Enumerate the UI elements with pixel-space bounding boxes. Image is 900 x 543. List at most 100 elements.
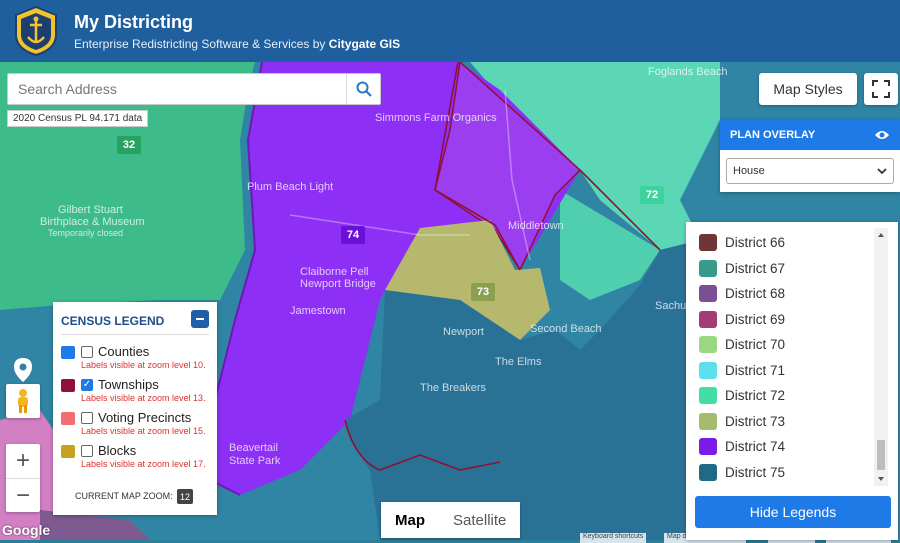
eye-icon[interactable] <box>874 129 890 141</box>
search-bar <box>7 73 381 105</box>
blocks-checkbox[interactable] <box>81 445 93 457</box>
place-label: Newport <box>443 326 484 338</box>
place-label: Foglands Beach <box>648 66 728 78</box>
place-label: Beavertail <box>229 442 278 454</box>
current-zoom-label: CURRENT MAP ZOOM: <box>75 491 173 501</box>
layer-note: Labels visible at zoom level 13. <box>81 393 206 403</box>
list-item: District 68 <box>686 281 876 307</box>
district-label: District 70 <box>725 337 786 353</box>
map-type-control: Map Satellite <box>381 502 521 538</box>
search-icon <box>356 81 372 97</box>
layer-note: Labels visible at zoom level 10. <box>81 360 206 370</box>
district-swatch <box>699 259 717 277</box>
place-label: Plum Beach Light <box>247 181 334 193</box>
minus-icon <box>196 318 204 320</box>
place-label: Gilbert Stuart <box>58 204 123 216</box>
voting-precincts-checkbox[interactable] <box>81 412 93 424</box>
list-item: District 66 <box>686 230 876 256</box>
counties-checkbox[interactable] <box>81 346 93 358</box>
keyboard-shortcuts-link[interactable]: Keyboard shortcuts <box>580 533 647 543</box>
place-label: Temporarily closed <box>48 228 124 238</box>
layer-label: Blocks <box>98 443 137 458</box>
layer-swatch <box>61 412 75 425</box>
app-title: My Districting <box>74 12 194 32</box>
district-swatch <box>699 310 717 328</box>
district-swatch <box>699 336 717 354</box>
place-label: Claiborne Pell <box>300 266 369 278</box>
census-layer-blocks: Blocks Labels visible at zoom level 17. <box>61 443 217 475</box>
district-swatch <box>699 412 717 430</box>
census-data-label: 2020 Census PL 94.171 data <box>7 110 149 127</box>
townships-checkbox[interactable]: ✓ <box>81 379 93 391</box>
plan-select[interactable]: House <box>726 158 894 184</box>
district-label: District 72 <box>725 388 786 404</box>
layer-note: Labels visible at zoom level 17. <box>81 459 206 469</box>
place-label: The Breakers <box>420 382 487 394</box>
plan-select-value: House <box>733 165 765 177</box>
list-item: District 72 <box>686 383 876 409</box>
map-type-map-button[interactable]: Map <box>381 502 439 538</box>
street-view-pegman[interactable] <box>6 384 40 418</box>
chevron-down-icon <box>877 167 887 174</box>
map-styles-button[interactable]: Map Styles <box>759 73 857 105</box>
search-input[interactable] <box>8 74 346 104</box>
fullscreen-icon <box>872 80 890 98</box>
collapse-button[interactable] <box>191 310 209 328</box>
fullscreen-button[interactable] <box>864 73 898 105</box>
plan-overlay-header: PLAN OVERLAY <box>720 120 900 150</box>
district-label: District 73 <box>725 413 786 429</box>
census-layer-townships: ✓ Townships Labels visible at zoom level… <box>61 377 217 409</box>
place-label: Simmons Farm Organics <box>375 112 497 124</box>
census-layer-voting-precincts: Voting Precincts Labels visible at zoom … <box>61 410 217 442</box>
district-legend-panel: District 66 District 67 District 68 Dist… <box>686 222 898 540</box>
place-label: Jamestown <box>290 305 346 317</box>
subtitle-brand: Citygate GIS <box>328 37 401 51</box>
layer-label: Townships <box>98 377 159 392</box>
plan-overlay-panel: PLAN OVERLAY House <box>720 120 900 192</box>
plan-overlay-title: PLAN OVERLAY <box>730 129 816 141</box>
hide-legends-button[interactable]: Hide Legends <box>695 496 891 528</box>
district-swatch <box>699 387 717 405</box>
current-zoom-value: 12 <box>177 489 193 504</box>
census-legend-title: CENSUS LEGEND <box>61 314 165 328</box>
app-header: My Districting Enterprise Redistricting … <box>0 0 900 62</box>
district-swatch <box>699 234 717 252</box>
list-item: District 74 <box>686 434 876 460</box>
place-label: The Elms <box>495 356 542 368</box>
district-swatch <box>699 361 717 379</box>
district-label: District 68 <box>725 286 786 302</box>
district-list[interactable]: District 66 District 67 District 68 Dist… <box>686 230 876 485</box>
district-badge-72: 72 <box>640 186 664 204</box>
layer-label: Voting Precincts <box>98 410 192 425</box>
district-label: District 71 <box>725 362 786 378</box>
district-label: District 74 <box>725 439 786 455</box>
pegman-icon <box>18 389 28 413</box>
app-subtitle: Enterprise Redistricting Software & Serv… <box>74 37 400 51</box>
layer-swatch <box>61 379 75 392</box>
district-swatch <box>699 438 717 456</box>
census-layer-counties: Counties Labels visible at zoom level 10… <box>61 344 217 376</box>
place-label: Birthplace & Museum <box>40 216 145 228</box>
map-type-satellite-button[interactable]: Satellite <box>439 502 520 538</box>
district-badge-73: 73 <box>471 283 495 301</box>
district-label: District 75 <box>725 464 786 480</box>
district-label: District 67 <box>725 260 786 276</box>
list-item: District 75 <box>686 460 876 486</box>
district-list-scrollbar[interactable] <box>874 228 888 486</box>
google-logo: Google <box>2 522 51 538</box>
divider <box>61 334 209 335</box>
layer-note: Labels visible at zoom level 15. <box>81 426 206 436</box>
census-legend-panel: CENSUS LEGEND Counties Labels visible at… <box>53 302 217 515</box>
rhode-island-seal-logo <box>15 5 57 57</box>
zoom-in-button[interactable]: + <box>6 444 40 478</box>
list-item: District 71 <box>686 358 876 384</box>
zoom-out-button[interactable]: − <box>6 479 40 513</box>
district-badge-32: 32 <box>117 136 141 154</box>
layer-label: Counties <box>98 344 150 359</box>
list-item: District 70 <box>686 332 876 358</box>
district-swatch <box>699 285 717 303</box>
district-badge-74: 74 <box>341 226 365 244</box>
district-swatch <box>699 463 717 481</box>
search-button[interactable] <box>346 74 380 104</box>
place-label: Newport Bridge <box>300 278 376 290</box>
